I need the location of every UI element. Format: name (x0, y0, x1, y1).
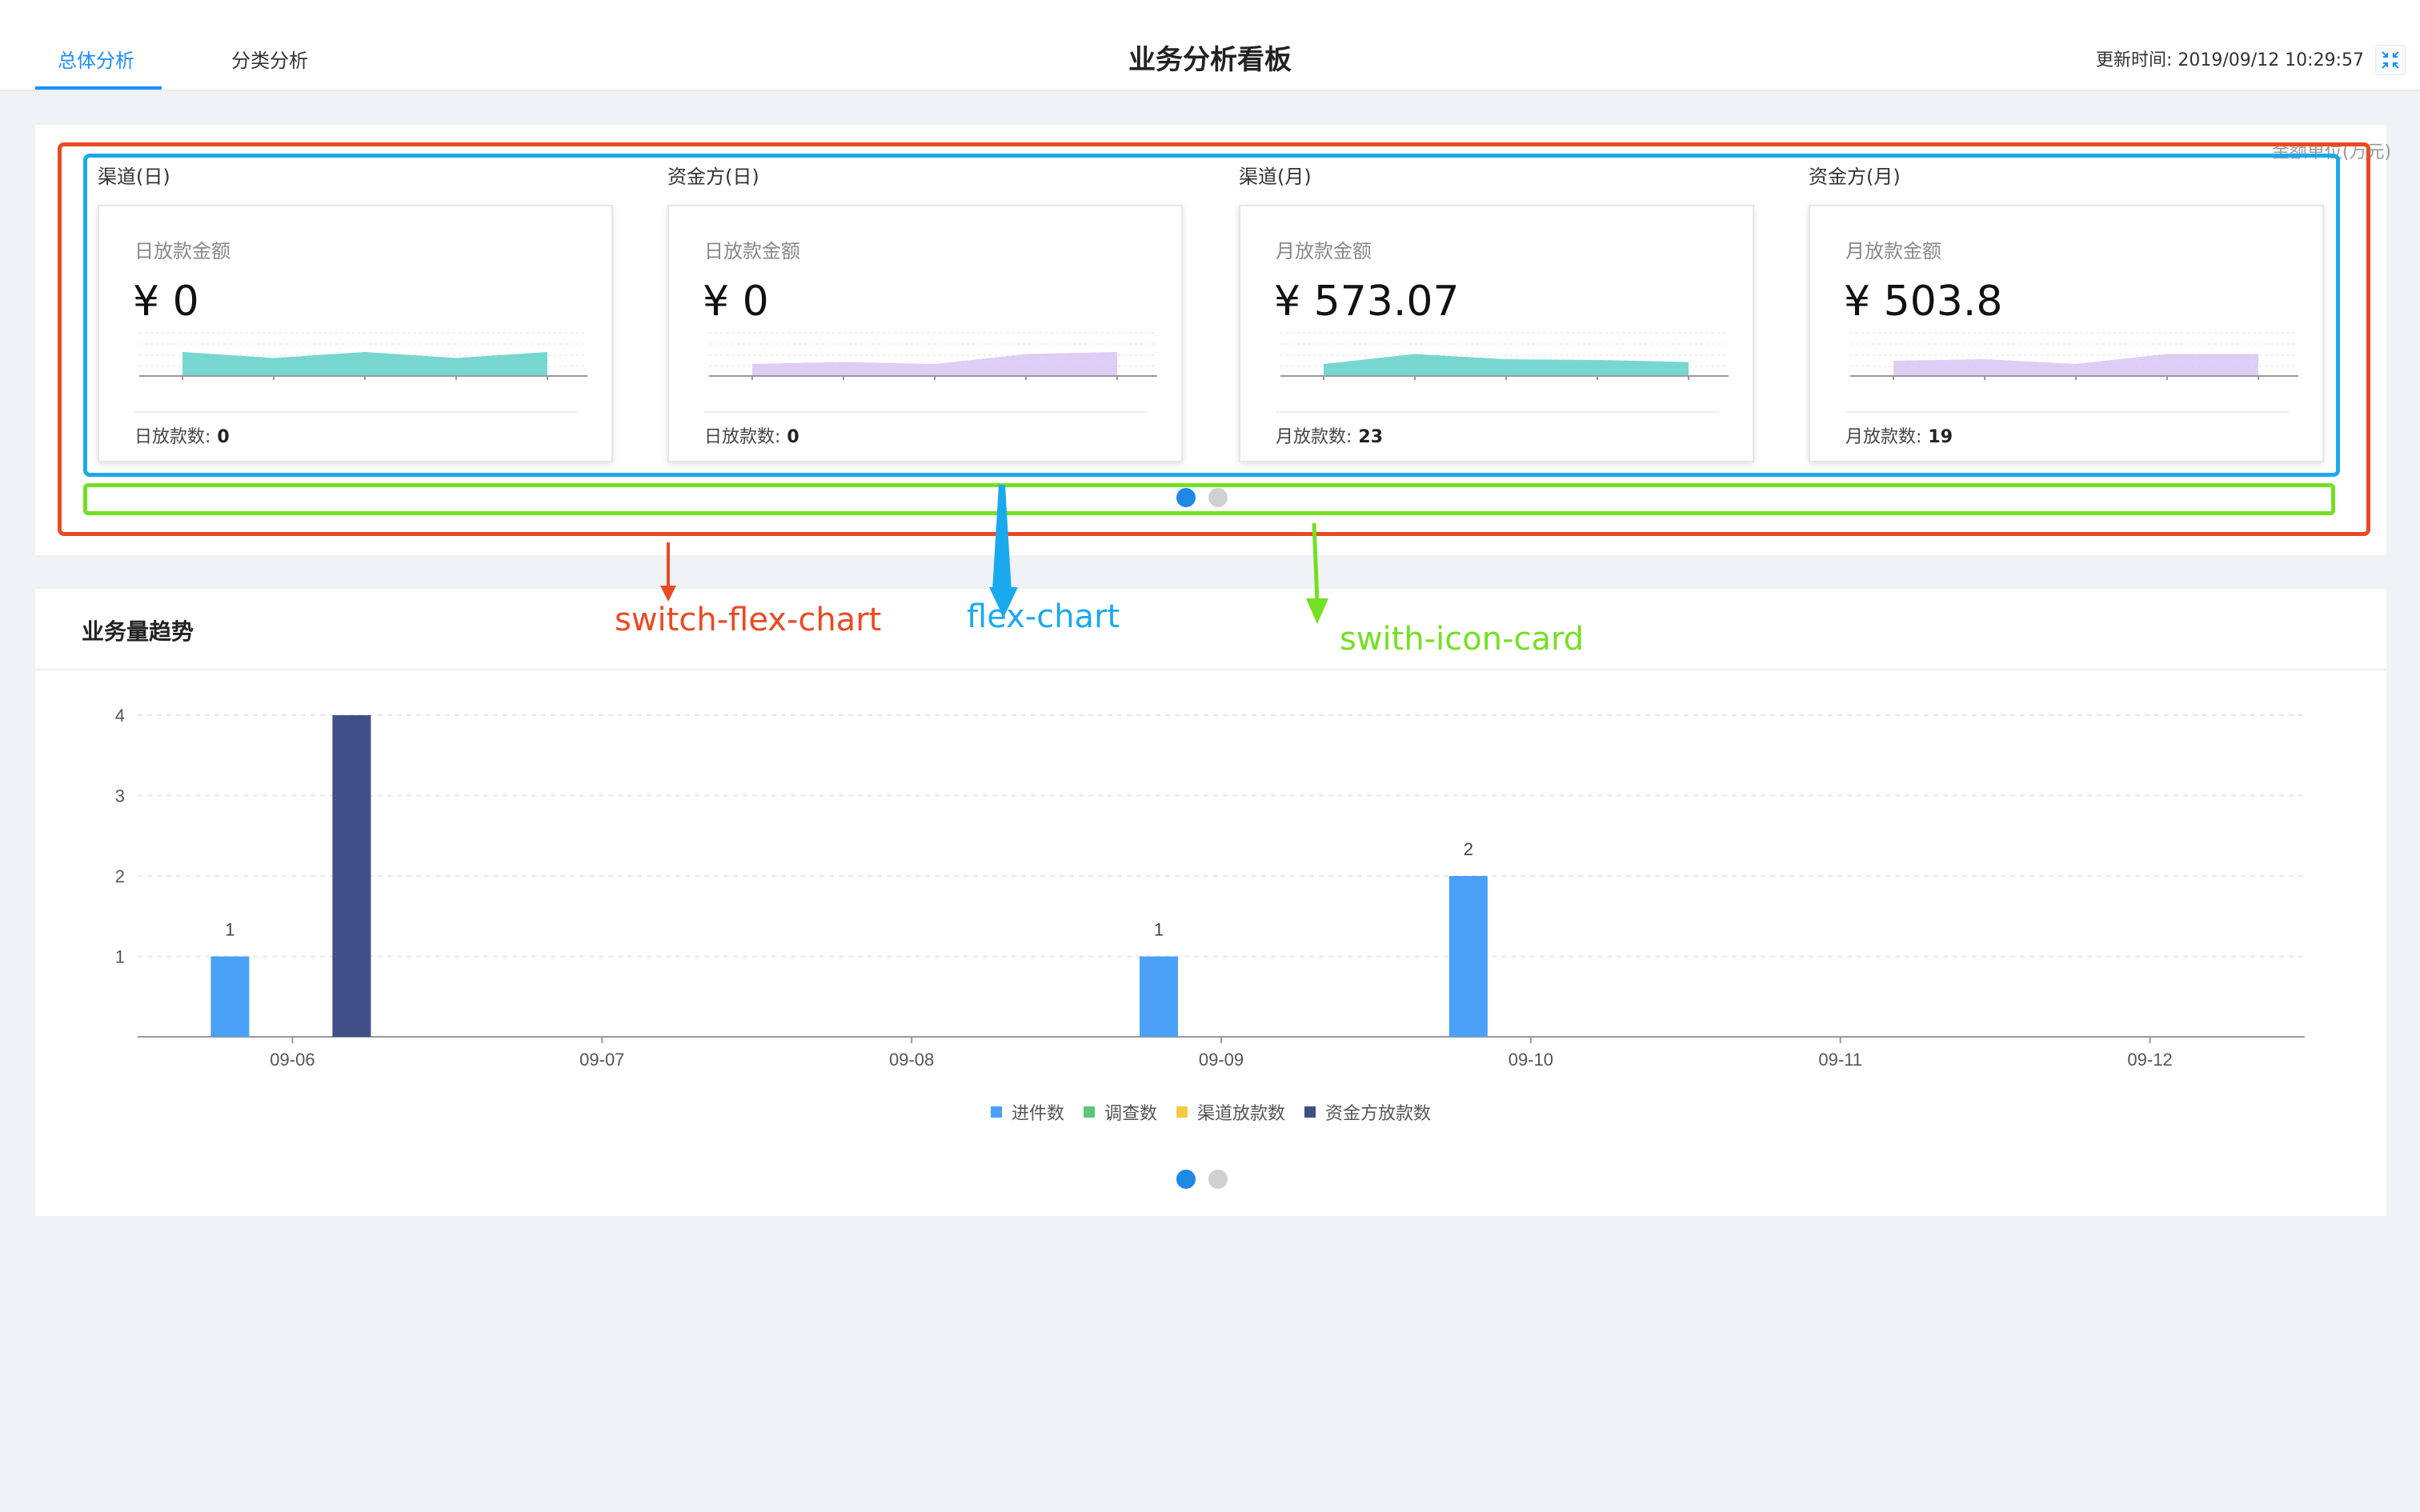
pager-dot-2[interactable] (1208, 1170, 1228, 1189)
x-tick-label: 09-12 (2127, 1050, 2172, 1070)
annotation-box-flex-chart (83, 154, 2340, 477)
bar (332, 715, 371, 1037)
bar-value-label: 1 (1154, 920, 1164, 940)
x-tick-label: 09-09 (1199, 1050, 1244, 1070)
top-header: 总体分析 分类分析 业务分析看板 更新时间: 2019/09/12 10:29:… (0, 0, 2420, 91)
legend-item[interactable]: 调查数 (1083, 1099, 1157, 1125)
x-tick-label: 09-07 (579, 1050, 624, 1070)
legend-swatch (990, 1106, 1002, 1118)
bar (1140, 956, 1178, 1037)
arrow-red-icon (660, 542, 676, 602)
legend-item[interactable]: 资金方放款数 (1304, 1099, 1431, 1125)
update-time: 更新时间: 2019/09/12 10:29:57 (2095, 50, 2364, 70)
legend-item[interactable]: 渠道放款数 (1176, 1099, 1285, 1125)
legend-label: 资金方放款数 (1325, 1104, 1432, 1124)
y-tick-label: 3 (115, 786, 125, 806)
x-tick-label: 09-11 (1818, 1050, 1862, 1070)
legend-swatch (1083, 1106, 1095, 1118)
legend-item[interactable]: 进件数 (990, 1099, 1064, 1125)
bar (210, 956, 250, 1037)
page-title: 业务分析看板 (1128, 44, 1292, 76)
y-tick-label: 2 (115, 866, 125, 886)
legend-label: 进件数 (1011, 1104, 1064, 1124)
x-tick-label: 09-08 (889, 1050, 934, 1070)
annotation-box-swith-icon-card (83, 483, 2335, 515)
trend-panel: 业务量趋势 1 2 3 4 09-06 1 09-07 09-08 09-09 1 09-10 2 09… (35, 589, 2386, 1216)
legend-label: 渠道放款数 (1197, 1104, 1286, 1124)
arrow-green-icon (1306, 522, 1328, 624)
bar-value-label: 1 (225, 920, 234, 940)
trend-bar-chart: 1 2 3 4 09-06 1 09-07 09-08 09-09 1 09-10 2 09-11 09-… (115, 706, 2305, 1070)
annotation-label-swith-icon-card: swith-icon-card (1340, 621, 1585, 658)
x-tick-label: 09-06 (270, 1050, 315, 1070)
annotation-label-switch-flex-chart: switch-flex-chart (615, 602, 882, 638)
pager-dot-1[interactable] (1176, 1170, 1196, 1189)
legend-label: 调查数 (1104, 1104, 1157, 1124)
y-tick-label: 4 (115, 706, 125, 726)
annotation-label-flex-chart: flex-chart (967, 598, 1120, 635)
active-tab-indicator (35, 86, 162, 90)
legend-swatch (1304, 1106, 1316, 1118)
chart-legend: 进件数 调查数 渠道放款数 资金方放款数 (35, 1099, 2386, 1125)
bar (1448, 876, 1488, 1037)
bar-value-label: 2 (1464, 839, 1473, 859)
carousel-pager-bottom (1176, 1170, 1228, 1189)
compress-icon (2382, 51, 2399, 69)
y-tick-label: 1 (115, 947, 125, 967)
legend-swatch (1176, 1106, 1188, 1118)
exit-fullscreen-button[interactable] (2375, 45, 2406, 75)
x-tick-label: 09-10 (1508, 1050, 1553, 1070)
